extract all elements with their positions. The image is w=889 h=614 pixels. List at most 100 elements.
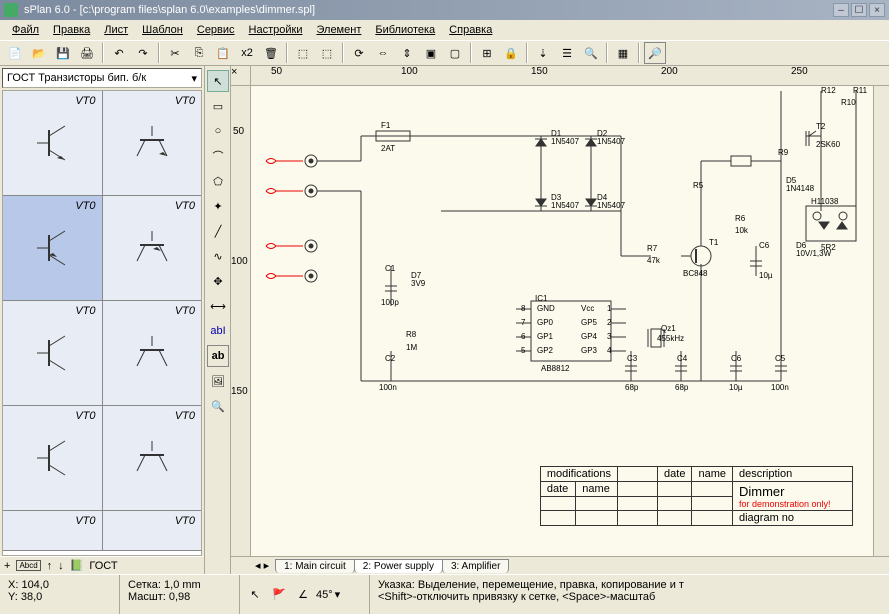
open-button[interactable]: 📂 [28, 42, 50, 64]
zoom-tool[interactable]: 🔍 [207, 395, 229, 417]
menu-sheet[interactable]: Лист [98, 22, 134, 38]
ruler-horizontal: 50 100 150 200 250 [251, 66, 889, 86]
mirror-v-button[interactable]: ⇕ [396, 42, 418, 64]
label-tool[interactable]: ab [207, 345, 229, 367]
menu-settings[interactable]: Настройки [243, 22, 309, 38]
back-button[interactable]: ▢ [444, 42, 466, 64]
comp-val: 1N4148 [786, 184, 814, 193]
library-item[interactable]: VT0 [103, 406, 202, 510]
comp-ref: C6 [759, 241, 769, 250]
lib-down-icon[interactable]: ↓ [58, 560, 64, 572]
polygon-tool[interactable]: ⬠ [207, 170, 229, 192]
snap-button[interactable]: ⊞ [476, 42, 498, 64]
cut-button[interactable]: ✂ [164, 42, 186, 64]
window-title: sPlan 6.0 - [c:\program files\splan 6.0\… [24, 4, 833, 16]
sheet-tab[interactable]: 3: Amplifier [442, 559, 509, 573]
comp-val: 100p [381, 298, 399, 307]
title-block: modificationsdatenamedescription datenam… [540, 466, 853, 526]
comp-ref: R6 [735, 214, 745, 223]
ungroup-button[interactable]: ⬚ [316, 42, 338, 64]
comp-ref: R11 [853, 86, 867, 95]
node-tool[interactable]: ✥ [207, 270, 229, 292]
comp-ref: C5 [775, 354, 785, 363]
sheet-nav-icon[interactable]: ◂ ▸ [255, 559, 269, 572]
minimize-button[interactable]: – [833, 3, 849, 17]
comp-val: 100n [771, 383, 789, 392]
menubar: Файл Правка Лист Шаблон Сервис Настройки… [0, 20, 889, 40]
lib-up-icon[interactable]: ↑ [47, 560, 53, 572]
new-button[interactable]: 📄 [4, 42, 26, 64]
front-button[interactable]: ▣ [420, 42, 442, 64]
grid-button[interactable]: ▦ [612, 42, 634, 64]
comp-val: 1N5407 [597, 201, 625, 210]
library-item[interactable]: VT0 [103, 511, 202, 550]
status-flag-button[interactable]: 🚩 [268, 584, 290, 606]
arc-tool[interactable]: ⌒ [207, 145, 229, 167]
redo-button[interactable]: ↷ [132, 42, 154, 64]
chevron-down-icon[interactable]: ▾ [335, 588, 341, 601]
project-title: Dimmer [739, 484, 846, 499]
comp-ref: C6 [731, 354, 741, 363]
line-tool[interactable]: ╱ [207, 220, 229, 242]
group-button[interactable]: ⬚ [292, 42, 314, 64]
scrollbar-vertical[interactable] [873, 86, 889, 556]
lock-button[interactable]: 🔒 [500, 42, 522, 64]
library-item[interactable]: VT0 [103, 196, 202, 300]
dimension-tool[interactable]: ⟷ [207, 295, 229, 317]
sheet-tab-active[interactable]: 2: Power supply [354, 559, 443, 573]
save-button[interactable]: 💾 [52, 42, 74, 64]
lib-field-icon[interactable]: Abcd [16, 560, 40, 571]
status-cursor-button[interactable]: ↖ [244, 584, 266, 606]
main-toolbar: 📄 📂 💾 🖨 ↶ ↷ ✂ ⎘ 📋 x2 🗑 ⬚ ⬚ ⟳ ⇔ ⇕ ▣ ▢ ⊞ 🔒… [0, 40, 889, 66]
library-item-selected[interactable]: VT0 [3, 196, 103, 300]
sheet-tab[interactable]: 1: Main circuit [275, 559, 355, 573]
renumber-button[interactable]: ⇣ [532, 42, 554, 64]
lib-add-icon[interactable]: + [4, 560, 10, 572]
library-item[interactable]: VT0 [3, 406, 103, 510]
bezier-tool[interactable]: ∿ [207, 245, 229, 267]
close-button[interactable]: × [869, 3, 885, 17]
comp-val: 100n [379, 383, 397, 392]
status-grid: Сетка: 1,0 mm [128, 579, 231, 591]
library-select[interactable]: ГОСТ Транзисторы бип. б/к ▾ [2, 68, 202, 88]
menu-help[interactable]: Справка [443, 22, 498, 38]
zoom-button[interactable]: 🔎 [644, 42, 666, 64]
list-button[interactable]: ☰ [556, 42, 578, 64]
menu-service[interactable]: Сервис [191, 22, 241, 38]
undo-button[interactable]: ↶ [108, 42, 130, 64]
paste-button[interactable]: 📋 [212, 42, 234, 64]
pointer-tool[interactable]: ↖ [207, 70, 229, 92]
status-angle-button[interactable]: ∠ [292, 584, 314, 606]
library-item[interactable]: VT0 [3, 91, 103, 195]
copy-button[interactable]: ⎘ [188, 42, 210, 64]
comp-val: 1N5407 [597, 137, 625, 146]
lib-book-icon[interactable]: 📗 [70, 559, 84, 572]
image-tool[interactable]: 🖼 [207, 370, 229, 392]
rotate-button[interactable]: ⟳ [348, 42, 370, 64]
delete-button[interactable]: 🗑 [260, 42, 282, 64]
find-button[interactable]: 🔍 [580, 42, 602, 64]
print-button[interactable]: 🖨 [76, 42, 98, 64]
maximize-button[interactable]: ☐ [851, 3, 867, 17]
menu-library[interactable]: Библиотека [369, 22, 441, 38]
library-item[interactable]: VT0 [103, 91, 202, 195]
comp-val: 10µ [729, 383, 743, 392]
menu-template[interactable]: Шаблон [136, 22, 189, 38]
rect-tool[interactable]: ▭ [207, 95, 229, 117]
menu-edit[interactable]: Правка [47, 22, 96, 38]
duplicate-button[interactable]: x2 [236, 42, 258, 64]
comp-ref: R7 [647, 244, 657, 253]
comp-ref: R5 [693, 181, 703, 190]
drawing-canvas[interactable]: F1 2AT D1 1N5407 D2 1N5407 D3 1N5407 D4 … [251, 86, 873, 556]
menu-file[interactable]: Файл [6, 22, 45, 38]
text-tool[interactable]: abI [207, 320, 229, 342]
library-item[interactable]: VT0 [103, 301, 202, 405]
status-hint-1: Указка: Выделение, перемещение, правка, … [378, 579, 881, 591]
special-tool[interactable]: ✦ [207, 195, 229, 217]
mirror-h-button[interactable]: ⇔ [372, 42, 394, 64]
status-scale: Масшт: 0,98 [128, 591, 231, 603]
menu-element[interactable]: Элемент [310, 22, 367, 38]
library-item[interactable]: VT0 [3, 511, 103, 550]
library-item[interactable]: VT0 [3, 301, 103, 405]
circle-tool[interactable]: ○ [207, 120, 229, 142]
